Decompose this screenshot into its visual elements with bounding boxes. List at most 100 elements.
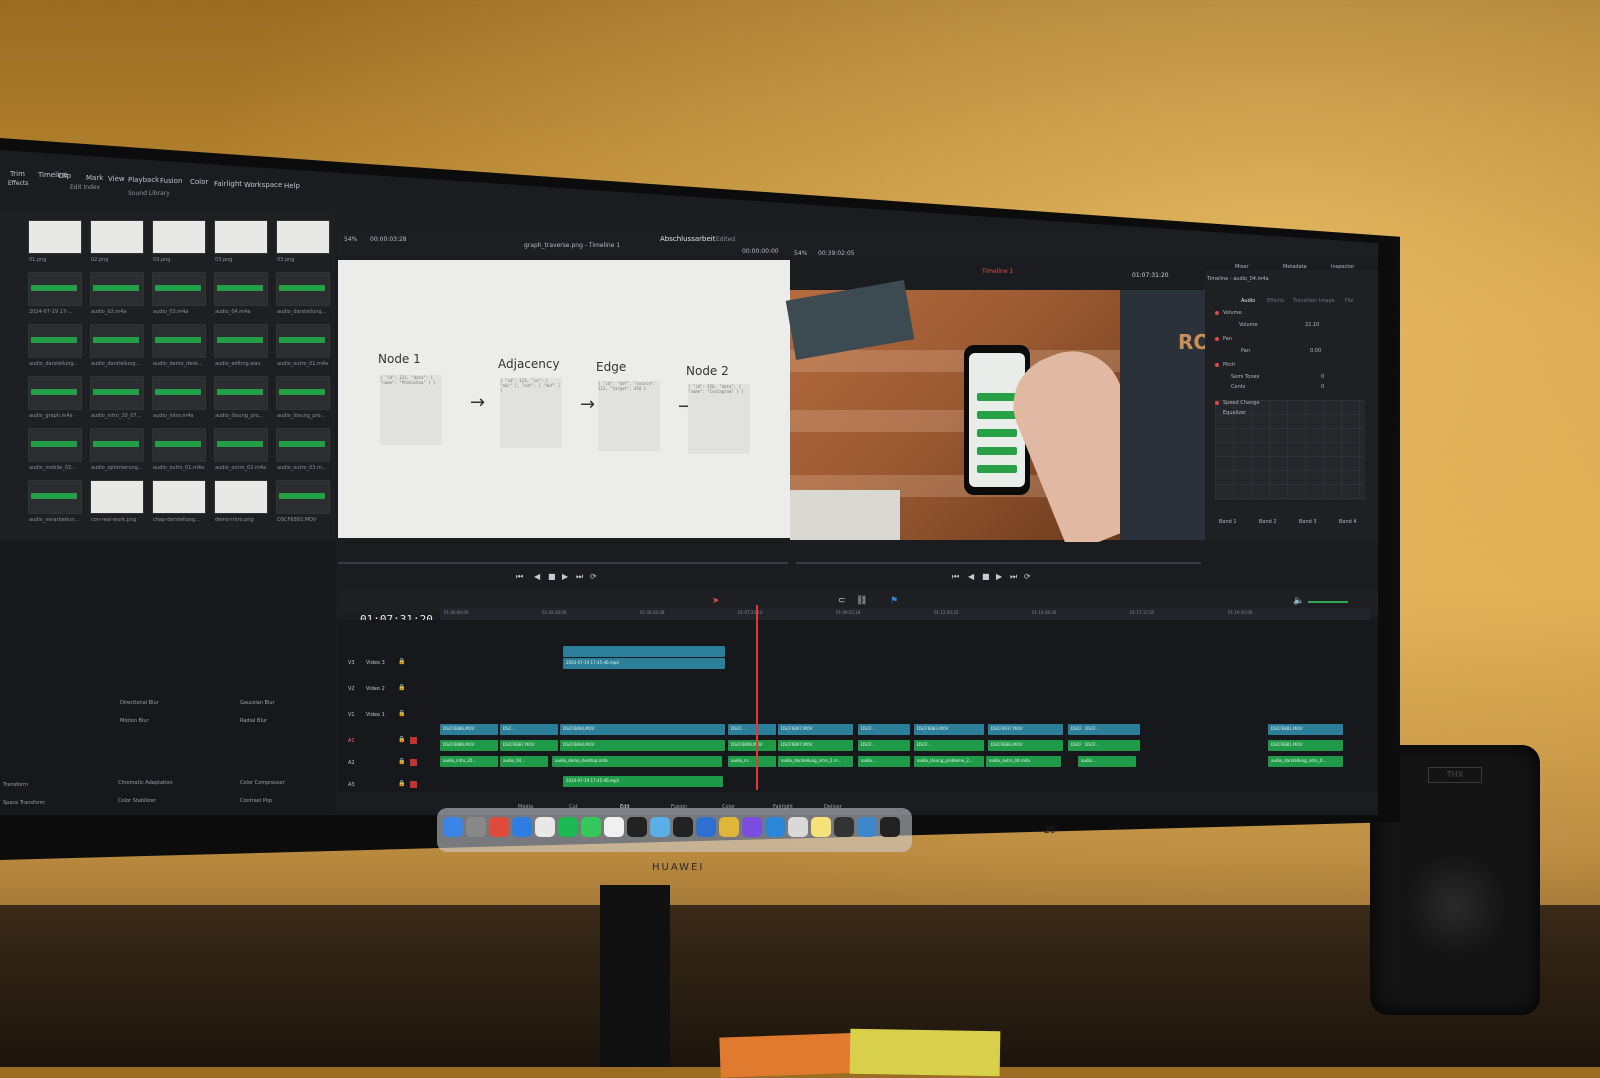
effect-item[interactable]: Directional Blur bbox=[120, 700, 159, 706]
media-thumbnail[interactable]: 03.png bbox=[152, 220, 206, 263]
timeline-clip[interactable] bbox=[563, 646, 725, 657]
media-thumbnail[interactable]: audio_02.m4a bbox=[90, 272, 144, 315]
lock-icon[interactable]: 🔒 bbox=[398, 684, 405, 691]
go-to-end-icon[interactable]: ⏭ bbox=[576, 572, 583, 582]
settings-icon[interactable] bbox=[466, 817, 486, 837]
effect-item[interactable]: Motion Blur bbox=[120, 718, 149, 724]
media-thumbnail[interactable]: audio_outro_01.m4a bbox=[152, 428, 206, 471]
timeline-clip[interactable]: DSCF... bbox=[1082, 724, 1140, 735]
resolve-icon[interactable] bbox=[880, 817, 900, 837]
timeline-clip[interactable]: audio... bbox=[858, 756, 910, 767]
menu-help[interactable]: Help bbox=[284, 182, 300, 190]
tab-edit-index[interactable]: Edit Index bbox=[70, 184, 100, 191]
media-thumbnail[interactable]: audio_outro_02.m4a bbox=[214, 428, 268, 471]
loop-icon[interactable]: ⟳ bbox=[590, 572, 597, 581]
mute-button[interactable] bbox=[410, 737, 417, 744]
timeline-ruler[interactable]: 01:00:00;00 01:02:28;04 01:04:56;08 01:07:2… bbox=[440, 608, 1370, 620]
timeline-clip[interactable]: DSCF... bbox=[858, 724, 910, 735]
effect-item[interactable]: Transform bbox=[3, 782, 28, 788]
menu-workspace[interactable]: Workspace bbox=[244, 181, 282, 189]
timeline-clip[interactable]: DSCF... bbox=[1082, 740, 1140, 751]
timeline-clip[interactable]: audio_outro_04.m4a bbox=[986, 756, 1061, 767]
subtab-image[interactable]: Image bbox=[1319, 298, 1335, 304]
media-thumbnail[interactable]: 03.png bbox=[214, 220, 268, 263]
app-icon[interactable] bbox=[650, 817, 670, 837]
tab-inspector[interactable]: Inspector bbox=[1331, 264, 1354, 270]
subtab-file[interactable]: File bbox=[1345, 298, 1353, 304]
media-thumbnail[interactable]: audio_03.m4a bbox=[152, 272, 206, 315]
flag-icon[interactable]: ⚑ bbox=[890, 596, 898, 606]
source-viewer[interactable]: Node 1 { "id": 123, "data": { "name": "Ph… bbox=[338, 260, 790, 538]
timeline-clip[interactable]: DSCF... bbox=[914, 740, 984, 751]
program-play-icon[interactable]: ▶ bbox=[996, 572, 1002, 581]
play-reverse-icon[interactable]: ◀ bbox=[534, 572, 540, 581]
app-icon[interactable] bbox=[742, 817, 762, 837]
timeline-clip[interactable]: DSCF6937.MOV bbox=[988, 724, 1063, 735]
media-thumbnail[interactable]: audio_graph.m4a bbox=[28, 376, 82, 419]
timeline-clip[interactable]: audio_darstellung_intro_2.m... bbox=[778, 756, 853, 767]
timeline-clip[interactable]: 2024-07-19 17-45-46.mp4 bbox=[563, 776, 723, 787]
effect-item[interactable]: Space Transform bbox=[3, 800, 45, 806]
link-icon[interactable]: ⛓ bbox=[856, 596, 867, 606]
mute-button[interactable] bbox=[410, 759, 417, 766]
vscode-icon[interactable] bbox=[696, 817, 716, 837]
media-thumbnail[interactable]: audio_optimierung... bbox=[90, 428, 144, 471]
media-thumbnail[interactable]: 02.png bbox=[90, 220, 144, 263]
media-thumbnail[interactable]: audio_mobile_02... bbox=[28, 428, 82, 471]
media-thumbnail[interactable]: audio_intro_20_07... bbox=[90, 376, 144, 419]
play-icon[interactable]: ▶ bbox=[562, 572, 568, 581]
playhead[interactable] bbox=[756, 605, 758, 790]
timeline-name[interactable]: Timeline 1 bbox=[982, 268, 1013, 275]
media-thumbnail[interactable]: 2024-07-19 17-... bbox=[28, 272, 82, 315]
spotify-icon[interactable] bbox=[558, 817, 578, 837]
eq-band-3[interactable]: Band 3 bbox=[1299, 519, 1317, 525]
volume-value[interactable]: 22.10 bbox=[1305, 322, 1319, 328]
timeline-clip[interactable]: audio_darstellung_intro_0... bbox=[1268, 756, 1343, 767]
notion-icon[interactable] bbox=[627, 817, 647, 837]
program-viewer[interactable]: RO bbox=[785, 280, 1210, 554]
program-go-to-end-icon[interactable]: ⏭ bbox=[1010, 572, 1017, 582]
effect-item[interactable]: Color Compressor bbox=[240, 780, 285, 786]
chrome-icon[interactable] bbox=[489, 817, 509, 837]
tab-effects[interactable]: Effects bbox=[8, 180, 28, 187]
menu-view[interactable]: View bbox=[108, 175, 125, 183]
timeline-clip[interactable]: DSCF6886.MOV bbox=[440, 740, 498, 751]
mail-icon[interactable] bbox=[512, 817, 532, 837]
lock-icon[interactable]: 🔒 bbox=[398, 658, 405, 665]
tab-sound-library[interactable]: Sound Library bbox=[128, 190, 170, 197]
safari-icon[interactable] bbox=[535, 817, 555, 837]
app-icon[interactable] bbox=[834, 817, 854, 837]
finder-icon[interactable] bbox=[443, 817, 463, 837]
app-icon[interactable] bbox=[788, 817, 808, 837]
timeline-clip[interactable]: 2024-07-19 17-45-46.mp4 bbox=[563, 658, 725, 669]
menu-mark[interactable]: Mark bbox=[86, 174, 103, 182]
timeline-clip[interactable]: audio_lösung_probleme_2... bbox=[914, 756, 984, 767]
media-thumbnail[interactable]: DSCF6893.MOV bbox=[276, 480, 330, 523]
timeline-clip[interactable]: audio_demo_desktop.m4a bbox=[552, 756, 722, 767]
timeline-clip[interactable]: audio... bbox=[1078, 756, 1136, 767]
keyframe-dot[interactable] bbox=[1215, 311, 1219, 315]
timeline-clip[interactable]: DSCF6897.MOV bbox=[778, 740, 853, 751]
keyframe-dot[interactable] bbox=[1215, 337, 1219, 341]
menu-color[interactable]: Color bbox=[190, 178, 208, 186]
semitones-value[interactable]: 0 bbox=[1321, 374, 1324, 380]
media-thumbnail[interactable]: chap-darstellung... bbox=[152, 480, 206, 523]
stop-icon[interactable]: ■ bbox=[548, 572, 556, 581]
timeline-clip[interactable]: DSCF6887.MOV bbox=[500, 740, 558, 751]
program-play-reverse-icon[interactable]: ◀ bbox=[968, 572, 974, 581]
timeline-clip[interactable]: DSCF... bbox=[728, 724, 776, 735]
media-thumbnail[interactable]: audio_outro_03.m... bbox=[276, 428, 330, 471]
lock-icon[interactable]: 🔒 bbox=[398, 736, 405, 743]
menu-playback[interactable]: Playback bbox=[128, 176, 159, 184]
media-thumbnail[interactable]: audio_darstellung... bbox=[90, 324, 144, 367]
media-thumbnail[interactable]: audio_04.m4a bbox=[214, 272, 268, 315]
subtab-transition[interactable]: Transition bbox=[1293, 298, 1317, 304]
program-stop-icon[interactable]: ■ bbox=[982, 572, 990, 581]
media-thumbnail[interactable]: audio_darstellung... bbox=[28, 324, 82, 367]
media-thumbnail[interactable]: demo-intro.png bbox=[214, 480, 268, 523]
volume-icon[interactable]: 🔈 bbox=[1293, 596, 1304, 606]
program-scrubber[interactable] bbox=[796, 562, 1201, 564]
timeline-clip[interactable]: DSCF6896.MOV bbox=[728, 740, 776, 751]
menu-fairlight[interactable]: Fairlight bbox=[214, 180, 242, 188]
media-thumbnail[interactable]: 03.png bbox=[276, 220, 330, 263]
